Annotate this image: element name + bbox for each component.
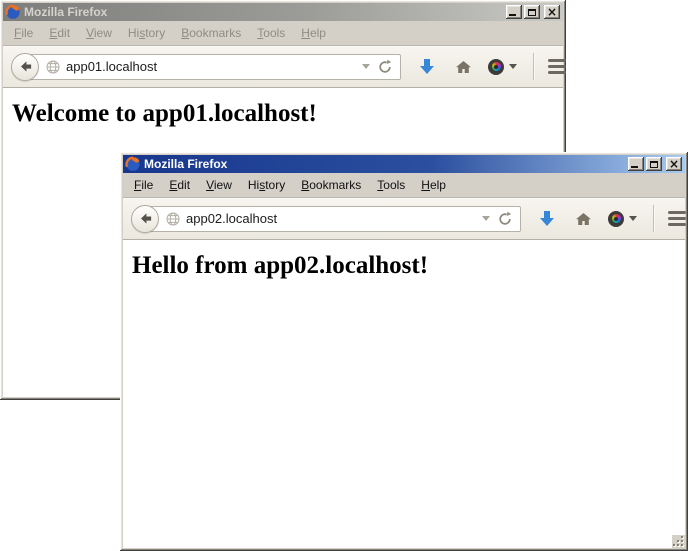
menu-tools[interactable]: Tools (249, 23, 293, 43)
minimize-button[interactable] (628, 157, 644, 171)
hamburger-icon (668, 211, 686, 214)
close-icon: × (669, 159, 679, 169)
colorwheel-icon (488, 59, 504, 75)
back-arrow-icon (18, 59, 33, 74)
url-bar[interactable]: app02.localhost (145, 206, 521, 232)
reload-button[interactable] (498, 212, 512, 226)
url-dropdown-icon[interactable] (362, 64, 370, 69)
chevron-down-icon (509, 64, 517, 69)
navigation-toolbar: app02.localhost (123, 197, 685, 240)
back-button[interactable] (11, 53, 39, 81)
minimize-icon (509, 14, 516, 16)
titlebar[interactable]: Mozilla Firefox × (123, 155, 685, 173)
maximize-button[interactable] (524, 5, 540, 19)
menu-view[interactable]: View (198, 175, 240, 195)
menu-tools[interactable]: Tools (369, 175, 413, 195)
firefox-logo-icon (5, 4, 21, 20)
menu-bar: File Edit View History Bookmarks Tools H… (3, 21, 563, 45)
home-icon (455, 59, 472, 75)
reload-button[interactable] (378, 60, 392, 74)
download-button[interactable] (539, 210, 555, 227)
back-arrow-icon (138, 211, 153, 226)
page-content: Hello from app02.localhost! (123, 240, 685, 548)
resize-grip[interactable] (672, 535, 685, 548)
firefox-logo-icon (125, 156, 141, 172)
close-icon: × (547, 7, 557, 17)
maximize-icon (650, 161, 658, 168)
menu-help[interactable]: Help (293, 23, 334, 43)
page-heading: Welcome to app01.localhost! (3, 100, 563, 128)
close-button[interactable]: × (666, 157, 682, 171)
url-text: app01.localhost (66, 59, 358, 74)
navigation-toolbar: app01.localhost (3, 45, 563, 88)
minimize-button[interactable] (506, 5, 522, 19)
minimize-icon (631, 166, 638, 168)
extension-button[interactable] (608, 211, 637, 227)
colorwheel-icon (608, 211, 624, 227)
window-title: Mozilla Firefox (24, 3, 503, 21)
toolbar-separator (533, 53, 534, 80)
url-text: app02.localhost (186, 211, 478, 226)
home-button[interactable] (455, 59, 472, 75)
menu-edit[interactable]: Edit (161, 175, 198, 195)
extension-button[interactable] (488, 59, 517, 75)
back-button[interactable] (131, 205, 159, 233)
home-button[interactable] (575, 211, 592, 227)
menu-bar: File Edit View History Bookmarks Tools H… (123, 173, 685, 197)
menu-button[interactable] (548, 59, 566, 74)
browser-window-app02: Mozilla Firefox × File Edit View History… (120, 152, 688, 551)
menu-bookmarks[interactable]: Bookmarks (293, 175, 369, 195)
window-title: Mozilla Firefox (144, 155, 625, 173)
toolbar-separator (653, 205, 654, 232)
menu-button[interactable] (668, 211, 686, 226)
home-icon (575, 211, 592, 227)
menu-history[interactable]: History (120, 23, 173, 43)
menu-help[interactable]: Help (413, 175, 454, 195)
menu-file[interactable]: File (126, 175, 161, 195)
titlebar[interactable]: Mozilla Firefox × (3, 3, 563, 21)
download-icon (419, 58, 435, 75)
page-heading: Hello from app02.localhost! (123, 252, 685, 280)
download-button[interactable] (419, 58, 435, 75)
window-controls: × (506, 5, 561, 19)
menu-file[interactable]: File (6, 23, 41, 43)
window-controls: × (628, 157, 683, 171)
globe-icon[interactable] (46, 60, 60, 74)
url-bar[interactable]: app01.localhost (25, 54, 401, 80)
menu-edit[interactable]: Edit (41, 23, 78, 43)
close-button[interactable]: × (544, 5, 560, 19)
chevron-down-icon (629, 216, 637, 221)
hamburger-icon (548, 59, 566, 62)
globe-icon[interactable] (166, 212, 180, 226)
maximize-icon (528, 9, 536, 16)
menu-view[interactable]: View (78, 23, 120, 43)
menu-bookmarks[interactable]: Bookmarks (173, 23, 249, 43)
url-dropdown-icon[interactable] (482, 216, 490, 221)
maximize-button[interactable] (646, 157, 662, 171)
download-icon (539, 210, 555, 227)
menu-history[interactable]: History (240, 175, 293, 195)
